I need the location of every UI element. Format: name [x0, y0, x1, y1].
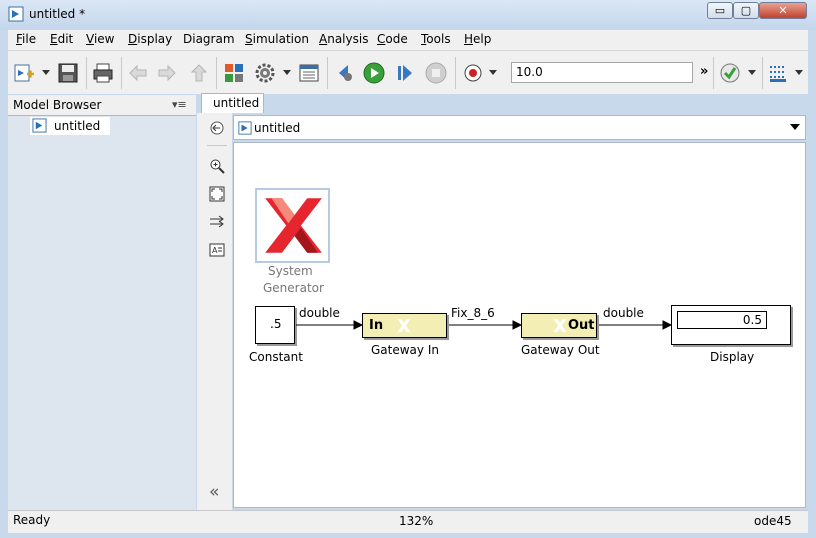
toolbar-separator — [86, 57, 87, 89]
fit-to-view-icon[interactable] — [209, 186, 225, 202]
dashboard-grid-icon[interactable] — [767, 62, 789, 84]
stop-icon[interactable] — [425, 62, 447, 84]
palette-separator — [207, 145, 227, 146]
toolbar-separator — [762, 57, 763, 89]
menu-display[interactable]: Display — [128, 32, 172, 46]
solver-name: ode45 — [754, 514, 792, 528]
signal-lines — [296, 320, 673, 330]
step-back-icon[interactable] — [334, 62, 356, 84]
tree-item-label: untitled — [54, 119, 101, 133]
collapse-palette-icon[interactable]: « — [209, 482, 219, 502]
tab-label: untitled — [213, 96, 260, 110]
library-browser-icon[interactable] — [223, 62, 245, 84]
hide-browser-icon[interactable] — [209, 120, 225, 136]
signal-arrow-icon — [662, 320, 673, 330]
model-explorer-icon[interactable] — [298, 62, 320, 84]
run-icon[interactable] — [363, 62, 385, 84]
print-icon[interactable] — [92, 62, 114, 84]
close-button[interactable]: ✕ — [759, 2, 807, 19]
toolbar-separator — [121, 57, 122, 89]
menu-analysis[interactable]: Analysis — [319, 32, 368, 46]
title-bar — [0, 0, 816, 30]
address-label: untitled — [254, 121, 301, 135]
menu-file[interactable]: File — [16, 32, 36, 46]
record-dropdown-icon[interactable] — [489, 70, 497, 75]
check-model-icon[interactable] — [719, 62, 741, 84]
menu-bar: File Edit View Display Diagram Simulatio… — [8, 30, 808, 50]
arrange-arrows-icon[interactable] — [209, 214, 225, 230]
toolbar-separator — [216, 57, 217, 89]
model-browser-tree — [8, 115, 196, 511]
model-browser-title: Model Browser — [13, 98, 102, 112]
check-dropdown-icon[interactable] — [748, 70, 756, 75]
signal-arrow-icon — [353, 320, 364, 330]
toolbar-separator — [327, 57, 328, 89]
toolbar-separator — [713, 57, 714, 89]
model-address-icon — [238, 121, 252, 135]
menu-view[interactable]: View — [86, 32, 114, 46]
menu-code[interactable]: Code — [377, 32, 408, 46]
minimize-button[interactable]: ▭ — [707, 2, 733, 19]
save-icon[interactable] — [57, 62, 79, 84]
up-arrow-icon[interactable] — [188, 62, 210, 84]
model-tree-icon — [32, 118, 47, 133]
dashboard-dropdown-icon[interactable] — [795, 70, 803, 75]
step-forward-icon[interactable] — [394, 62, 416, 84]
record-icon[interactable] — [462, 62, 484, 84]
signal-arrow-icon — [512, 320, 523, 330]
forward-arrow-icon[interactable] — [156, 62, 178, 84]
address-dropdown-icon[interactable] — [790, 124, 800, 130]
new-dropdown-icon[interactable] — [42, 70, 50, 75]
simulink-model-icon — [8, 6, 24, 22]
status-text: Ready — [13, 513, 51, 527]
zoom-icon[interactable] — [209, 158, 225, 174]
settings-dropdown-icon[interactable] — [283, 70, 291, 75]
back-arrow-icon[interactable] — [127, 62, 149, 84]
menu-diagram[interactable]: Diagram — [183, 32, 235, 46]
menu-edit[interactable]: Edit — [50, 32, 73, 46]
model-settings-gear-icon[interactable] — [254, 62, 276, 84]
zoom-level: 132% — [399, 514, 434, 528]
svg-text:A: A — [212, 246, 218, 255]
more-tools-icon[interactable]: » — [700, 64, 708, 79]
menu-help[interactable]: Help — [464, 32, 491, 46]
toolbar: 10.0 » — [8, 50, 808, 94]
signal-label-double-1: double — [299, 306, 340, 320]
new-model-icon[interactable] — [13, 62, 35, 84]
menu-simulation[interactable]: Simulation — [245, 32, 309, 46]
signal-label-double-2: double — [603, 306, 644, 320]
maximize-button[interactable]: ▢ — [733, 2, 759, 19]
toolbar-separator — [455, 57, 456, 89]
address-bar[interactable] — [233, 115, 806, 140]
stop-time-input[interactable]: 10.0 — [511, 62, 693, 83]
window-title: untitled * — [29, 7, 86, 21]
signal-label-fix: Fix_8_6 — [451, 306, 495, 320]
annotation-icon[interactable]: A — [209, 242, 225, 258]
menu-tools[interactable]: Tools — [421, 32, 451, 46]
browser-options-icon[interactable]: ▾≡ — [172, 98, 187, 111]
